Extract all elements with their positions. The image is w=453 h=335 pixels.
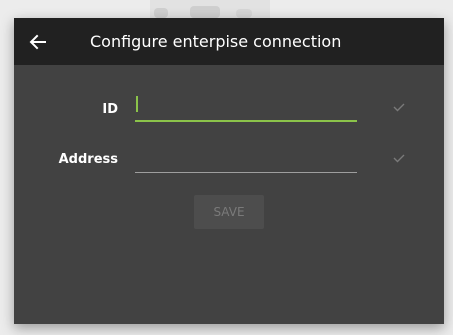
background-shape bbox=[190, 6, 220, 18]
address-label: Address bbox=[58, 152, 118, 167]
dialog-header: Configure enterpise connection bbox=[14, 18, 444, 65]
id-input[interactable] bbox=[135, 96, 357, 122]
address-input[interactable] bbox=[135, 147, 357, 173]
background-shape bbox=[154, 8, 168, 18]
id-label: ID bbox=[102, 102, 118, 117]
checkmark-icon bbox=[393, 154, 405, 163]
background-shape bbox=[236, 9, 252, 18]
save-button[interactable]: SAVE bbox=[194, 195, 264, 229]
background-app-strip bbox=[150, 0, 270, 18]
configure-connection-dialog: Configure enterpise connection ID Addres… bbox=[14, 18, 444, 324]
dialog-title: Configure enterpise connection bbox=[90, 32, 342, 51]
checkmark-icon bbox=[393, 103, 405, 112]
arrow-left-icon bbox=[29, 34, 46, 50]
back-button[interactable] bbox=[24, 28, 52, 56]
text-caret bbox=[136, 96, 138, 112]
